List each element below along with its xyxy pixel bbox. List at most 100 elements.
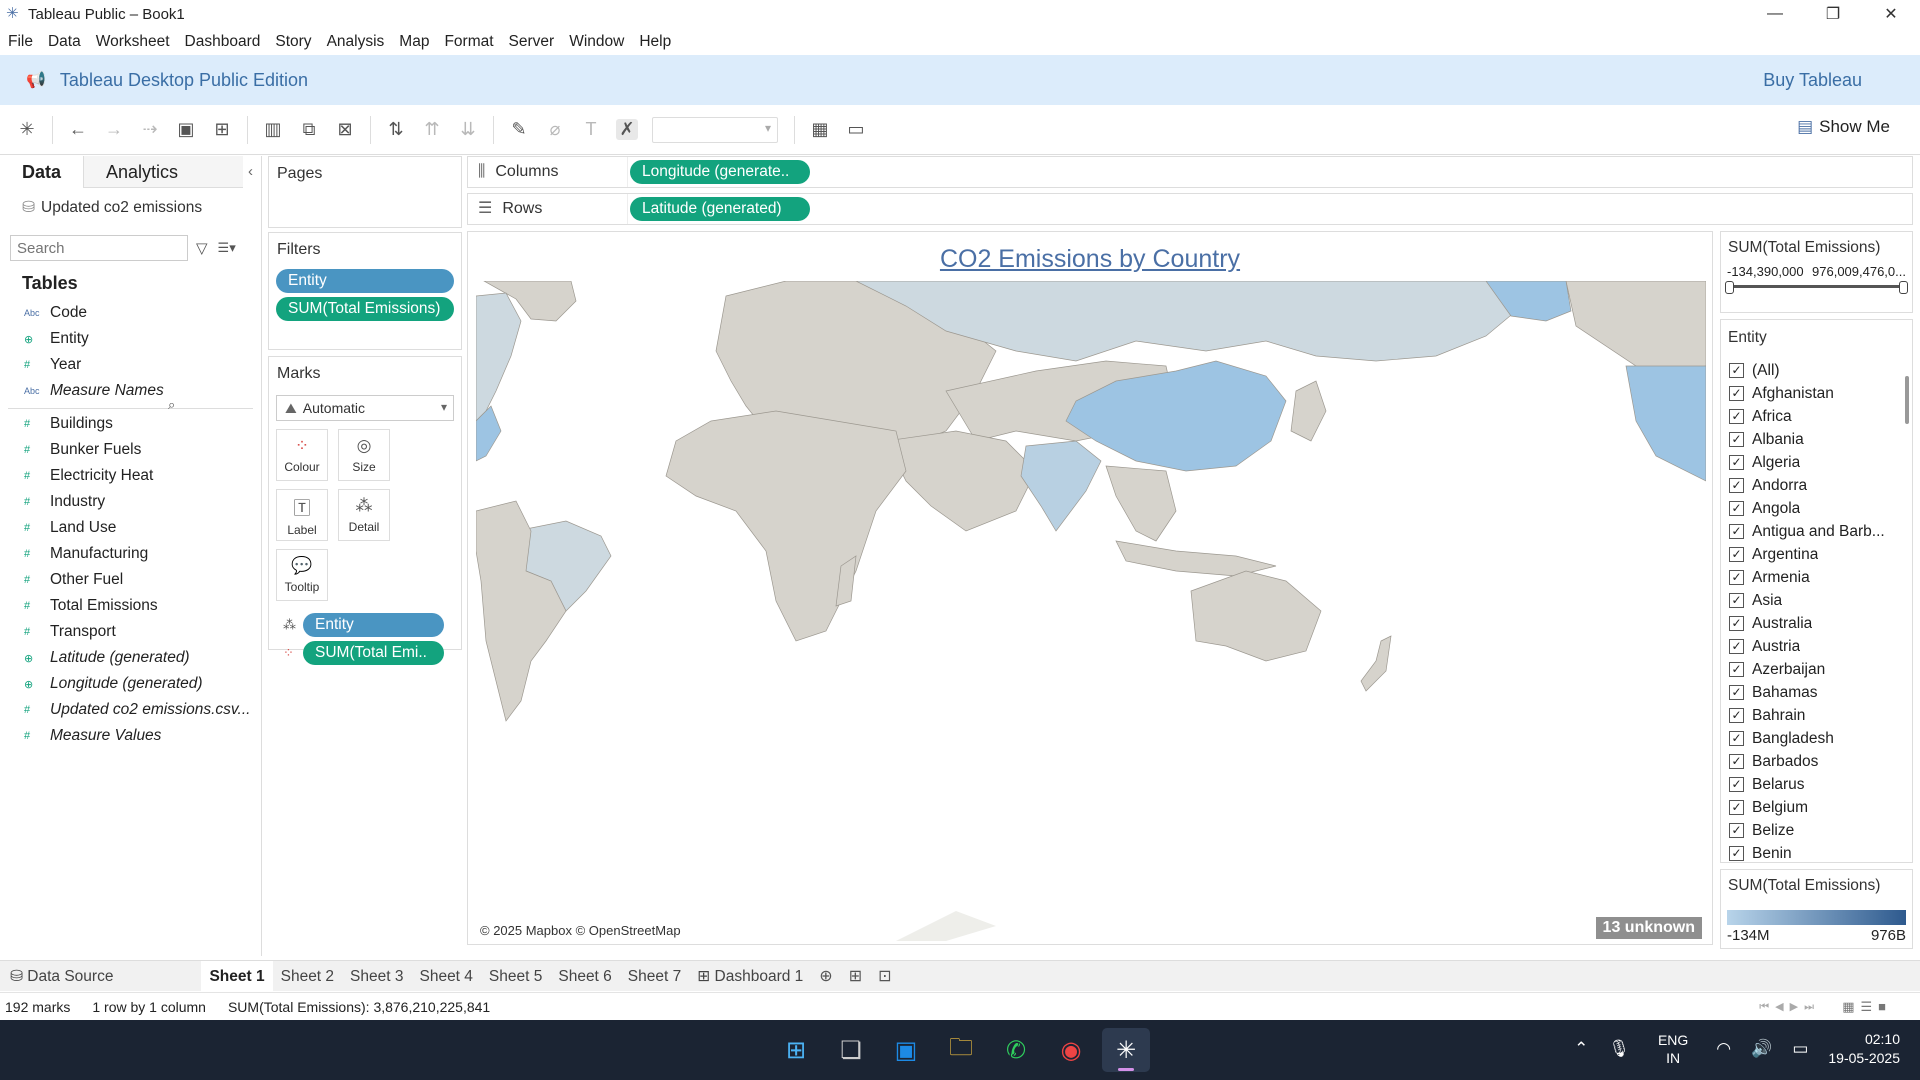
menu-window[interactable]: Window [569,33,624,51]
size-button[interactable]: ◎ Size [338,429,390,481]
task-view-icon[interactable]: ❏ [827,1028,875,1072]
show-mark-labels-icon[interactable]: T [580,119,602,140]
field-item[interactable]: ⊕ Entity [0,326,261,352]
pages-card[interactable]: Pages [268,156,462,228]
checkbox-checked-icon[interactable]: ✓ [1729,708,1744,723]
entity-checkbox-item[interactable]: ✓ Belize [1721,819,1912,842]
tab-sheet-7[interactable]: Sheet 7 [620,961,689,992]
filters-card[interactable]: Filters Entity SUM(Total Emissions) [268,232,462,350]
range-slider[interactable] [1725,281,1908,294]
checkbox-checked-icon[interactable]: ✓ [1729,363,1744,378]
field-item[interactable]: # Industry [0,489,261,515]
entity-checkbox-item[interactable]: ✓ Bahamas [1721,681,1912,704]
save-icon[interactable]: ▣ [175,119,197,140]
field-item[interactable]: ⊕ Latitude (generated) [0,645,261,671]
battery-icon[interactable]: ▭ [1792,1039,1808,1059]
label-button[interactable]: 🅃 Label [276,489,328,541]
detail-button[interactable]: ⁂ Detail [338,489,390,541]
wifi-icon[interactable]: ◠ [1716,1039,1731,1059]
entity-checkbox-item[interactable]: ✓ Azerbaijan [1721,658,1912,681]
checkbox-checked-icon[interactable]: ✓ [1729,685,1744,700]
tab-analytics[interactable]: Analytics [83,156,244,188]
entity-checkbox-item[interactable]: ✓ Benin [1721,842,1912,862]
volume-icon[interactable]: 🔊 [1751,1039,1772,1059]
entity-checkbox-item[interactable]: ✓ (All) [1721,359,1912,382]
filter-pill-sum-total-emissions[interactable]: SUM(Total Emissions) [276,297,454,321]
entity-checkbox-item[interactable]: ✓ Afghanistan [1721,382,1912,405]
restore-icon[interactable]: ❐ [1804,0,1862,28]
checkbox-checked-icon[interactable]: ✓ [1729,409,1744,424]
field-item[interactable]: # Year [0,352,261,378]
checkbox-checked-icon[interactable]: ✓ [1729,478,1744,493]
redo-icon[interactable]: → [103,119,125,140]
close-icon[interactable]: ✕ [1862,0,1920,28]
menu-file[interactable]: File [8,33,33,51]
field-item[interactable]: # Measure Values [0,723,261,749]
menu-help[interactable]: Help [639,33,671,51]
start-icon[interactable]: ⊞ [772,1028,820,1072]
menu-data[interactable]: Data [48,33,81,51]
entity-checkbox-item[interactable]: ✓ Algeria [1721,451,1912,474]
menu-worksheet[interactable]: Worksheet [96,33,170,51]
checkbox-checked-icon[interactable]: ✓ [1729,639,1744,654]
field-item[interactable]: # Updated co2 emissions.csv... [0,697,261,723]
columns-pill-longitude[interactable]: Longitude (generate.. [630,160,810,184]
clear-sheet-icon[interactable]: ⊠ [334,119,356,140]
new-worksheet-icon[interactable]: ▥ [262,119,284,140]
color-ramp[interactable] [1727,910,1906,925]
rows-shelf[interactable]: ☰ Rows Latitude (generated) [467,193,1913,225]
group-members-icon[interactable]: ⌀ [544,119,566,140]
show-cards-icon[interactable]: ▦ [809,119,831,140]
colour-button[interactable]: ⁘ Colour [276,429,328,481]
entity-checkbox-item[interactable]: ✓ Andorra [1721,474,1912,497]
language-indicator[interactable]: ENG IN [1658,1031,1688,1067]
checkbox-checked-icon[interactable]: ✓ [1729,386,1744,401]
filter-pill-entity[interactable]: Entity [276,269,454,293]
checkbox-checked-icon[interactable]: ✓ [1729,823,1744,838]
field-item[interactable]: # Electricity Heat [0,463,261,489]
field-item[interactable]: # Bunker Fuels [0,437,261,463]
viz-title[interactable]: CO2 Emissions by Country [468,245,1712,274]
minimize-icon[interactable]: — [1746,0,1804,28]
entity-checkbox-item[interactable]: ✓ Antigua and Barb... [1721,520,1912,543]
field-item[interactable]: # Other Fuel [0,567,261,593]
menu-dashboard[interactable]: Dashboard [185,33,261,51]
world-map[interactable] [476,281,1706,941]
field-item[interactable]: # Total Emissions [0,593,261,619]
presentation-mode-icon[interactable]: ▭ [845,119,867,140]
field-item[interactable]: Abc Measure Names [0,378,261,404]
entity-checkbox-item[interactable]: ✓ Albania [1721,428,1912,451]
entity-checkbox-item[interactable]: ✓ Belgium [1721,796,1912,819]
sort-descending-icon[interactable]: ⇊ [457,119,479,140]
entity-checkbox-item[interactable]: ✓ Barbados [1721,750,1912,773]
checkbox-checked-icon[interactable]: ✓ [1729,777,1744,792]
entity-checkbox-item[interactable]: ✓ Austria [1721,635,1912,658]
chrome-icon[interactable]: ◉ [1047,1028,1095,1072]
new-data-source-icon[interactable]: ⊞ [211,119,233,140]
tableau-taskbar-icon[interactable]: ✳ [1102,1028,1150,1072]
microphone-icon[interactable]: 🎙 [1608,1039,1630,1059]
entity-checkbox-item[interactable]: ✓ Argentina [1721,543,1912,566]
mark-type-dropdown[interactable]: ⛰ Automatic [276,395,454,421]
tooltip-button[interactable]: 💬 Tooltip [276,549,328,601]
checkbox-checked-icon[interactable]: ✓ [1729,570,1744,585]
entity-checkbox-item[interactable]: ✓ Australia [1721,612,1912,635]
checkbox-checked-icon[interactable]: ✓ [1729,616,1744,631]
sheet-navigation-icons[interactable]: ⏮◀▶⏭ [1759,1000,1820,1014]
tab-dashboard-1[interactable]: ⊞ Dashboard 1 [689,961,811,992]
field-item[interactable]: # Manufacturing [0,541,261,567]
sort-ascending-icon[interactable]: ⇈ [421,119,443,140]
show-me-button[interactable]: ▤ Show Me [1797,117,1890,137]
tab-sheet-6[interactable]: Sheet 6 [550,961,619,992]
entity-checkbox-item[interactable]: ✓ Armenia [1721,566,1912,589]
view-options-icon[interactable]: ☰▾ [218,240,236,256]
field-item[interactable]: # Buildings [0,411,261,437]
clock[interactable]: 02:10 19-05-2025 [1828,1030,1900,1068]
entity-checkbox-item[interactable]: ✓ Bangladesh [1721,727,1912,750]
new-dashboard-tab-icon[interactable]: ⊞ [841,966,870,986]
entity-checkbox-item[interactable]: ✓ Belarus [1721,773,1912,796]
entity-checkbox-item[interactable]: ✓ Bahrain [1721,704,1912,727]
tab-sheet-3[interactable]: Sheet 3 [342,961,411,992]
tab-sheet-2[interactable]: Sheet 2 [273,961,342,992]
undo-icon[interactable]: ← [67,119,89,140]
